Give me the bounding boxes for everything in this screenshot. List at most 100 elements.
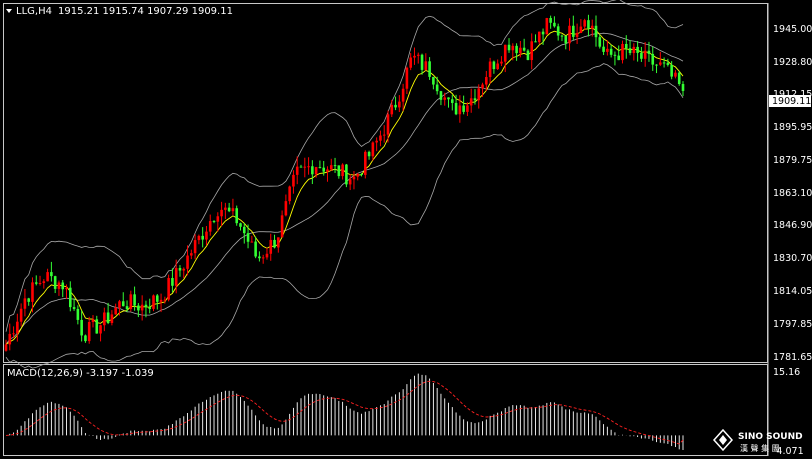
candle-body <box>27 298 30 302</box>
candle-body <box>148 307 152 309</box>
trading-chart-window: LLG,H4 1915.21 1915.74 1907.29 1909.11 1… <box>0 0 812 459</box>
candle-body <box>553 22 556 27</box>
macd-signal-path <box>5 380 684 445</box>
candle-body <box>432 76 435 85</box>
candle-body <box>254 241 257 257</box>
candle-body <box>643 50 647 59</box>
candle-body <box>632 46 636 54</box>
candle-body <box>280 215 284 238</box>
candle-body <box>450 99 454 103</box>
chart-canvas[interactable]: LLG,H4 1915.21 1915.74 1907.29 1909.11 1… <box>0 0 812 459</box>
logo-sub-text: 漢 聲 集 團 <box>740 443 780 453</box>
candle-body <box>537 31 541 43</box>
candle-body <box>364 151 367 175</box>
candle-body <box>242 226 246 234</box>
price-tick: 1928.80 <box>773 57 812 68</box>
candle-body <box>549 18 552 23</box>
candle-body <box>469 98 473 106</box>
candle-body <box>193 240 197 254</box>
candle-body <box>103 312 106 326</box>
price-tick: 1945.00 <box>773 24 812 35</box>
candle-body <box>239 223 242 227</box>
candle-body <box>541 31 545 35</box>
macd-axis-top: 15.16 <box>773 367 800 378</box>
candle-body <box>208 221 212 232</box>
candle-body <box>299 166 303 168</box>
candle-body <box>125 306 129 310</box>
candle-body <box>356 174 360 177</box>
candle-body <box>80 319 83 336</box>
candle-body <box>182 268 186 271</box>
candle-body <box>485 77 488 85</box>
bollinger-upper-band <box>5 0 684 332</box>
candle-body <box>171 278 174 286</box>
candle-body <box>220 209 223 217</box>
candle-body <box>500 61 503 64</box>
candle-body <box>205 231 208 240</box>
price-tick: 1879.75 <box>773 155 812 166</box>
candle-body <box>609 48 613 55</box>
candle-body <box>216 216 220 222</box>
candle-body <box>416 54 420 56</box>
candle-body <box>152 295 155 309</box>
candle-body <box>186 255 189 269</box>
candle-body <box>190 253 193 256</box>
candle-body <box>659 62 662 65</box>
candle-body <box>435 84 439 92</box>
candle-body <box>269 239 273 254</box>
price-tick: 1781.65 <box>773 352 812 363</box>
moving-average <box>5 27 684 345</box>
candle-body <box>598 37 602 47</box>
candle-body <box>322 167 325 172</box>
candle-body <box>636 46 639 53</box>
candle-body <box>401 88 405 102</box>
candle-body <box>4 344 8 351</box>
candle-body <box>303 166 307 168</box>
candle-body <box>473 98 477 101</box>
candle-body <box>326 169 329 172</box>
candle-body <box>640 52 643 59</box>
candle-body <box>288 186 291 202</box>
candle-body <box>560 35 564 37</box>
candle-body <box>159 299 163 302</box>
candle-body <box>651 53 655 65</box>
macd-histogram <box>9 373 684 451</box>
candle-body <box>677 72 681 85</box>
candle-body <box>23 298 27 309</box>
candle-body <box>481 84 484 89</box>
price-tick: 1814.05 <box>773 286 812 297</box>
candle-body <box>666 62 670 65</box>
candle-body <box>197 235 201 241</box>
candle-body <box>674 72 677 77</box>
candle-body <box>530 41 534 61</box>
candle-body <box>367 151 371 157</box>
price-axis: 1945.00 1928.80 1912.15 1895.95 1879.75 … <box>773 24 812 363</box>
candle-body <box>144 304 148 308</box>
candle-body <box>583 20 586 27</box>
candle-body <box>394 104 397 108</box>
candle-body <box>261 257 265 259</box>
candle-body <box>386 114 390 135</box>
candle-body <box>292 174 295 187</box>
bollinger-middle-band <box>5 32 684 345</box>
symbol-label: LLG,H4 <box>16 6 52 17</box>
candle-body <box>503 44 507 62</box>
candle-body <box>114 307 117 315</box>
candle-body <box>106 312 110 323</box>
candle-body <box>447 97 450 100</box>
candle-body <box>443 97 447 100</box>
candle-body <box>231 208 235 212</box>
candle-body <box>424 61 428 70</box>
candle-body <box>519 47 522 54</box>
macd-label: MACD(12,26,9) -3.197 -1.039 <box>7 368 154 379</box>
candle-body <box>38 283 42 285</box>
price-tick: 1895.95 <box>773 122 812 133</box>
candle-body <box>409 57 412 68</box>
chart-menu-arrow-icon[interactable] <box>6 9 12 13</box>
candle-body <box>341 164 344 177</box>
candle-body <box>250 241 254 243</box>
candle-body <box>458 105 462 115</box>
logo-brand-text: SINO SOUND <box>738 432 803 442</box>
candle-body <box>307 166 310 168</box>
candle-body <box>76 308 80 320</box>
